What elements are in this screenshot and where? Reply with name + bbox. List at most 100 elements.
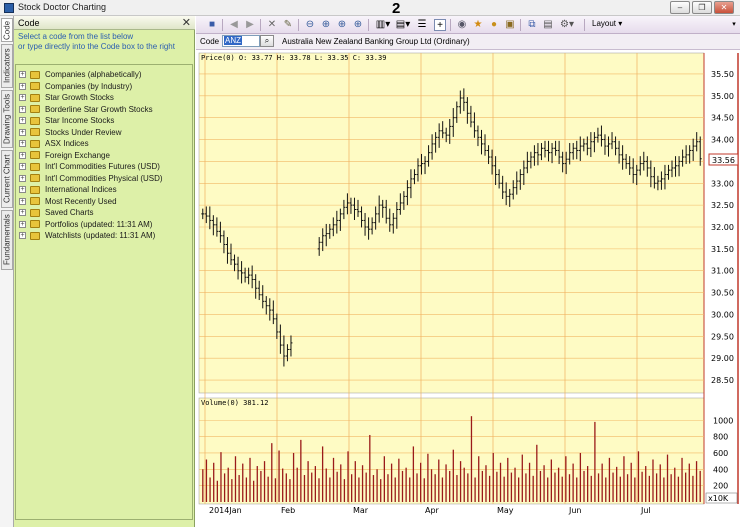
window-title: Stock Doctor Charting [18, 2, 107, 12]
tree-item[interactable]: + Star Income Stocks [19, 115, 114, 126]
volume-scale-label: x10K [708, 494, 729, 503]
close-window-button[interactable]: ✕ [714, 1, 734, 14]
copy-icon[interactable]: ⧉ [526, 19, 538, 31]
tree-item[interactable]: + Companies (by Industry) [19, 81, 132, 92]
tree-item[interactable]: + Saved Charts [19, 207, 93, 218]
tab-fundamentals[interactable]: Fundamentals [1, 210, 13, 270]
app-icon [4, 3, 14, 13]
period-icon[interactable]: ▤▾ [394, 19, 412, 31]
zoom-fit-icon[interactable]: ⊕ [336, 19, 348, 31]
title-bar: Stock Doctor Charting – ❐ ✕ [0, 0, 740, 16]
toolbar-overflow-icon[interactable]: ▾ [728, 19, 740, 31]
layout-menu-label: Layout [592, 19, 617, 28]
tree-item[interactable]: + Watchlists (updated: 11:31 AM) [19, 230, 155, 241]
volume-tick-label: 1000 [713, 416, 733, 425]
chart-type-icon[interactable]: ▥▾ [374, 19, 392, 31]
expand-icon[interactable]: + [19, 197, 26, 205]
toolbar-separator [584, 19, 585, 31]
expand-icon[interactable]: + [19, 94, 26, 101]
price-tick-label: 29.50 [711, 332, 734, 341]
x-tick-label: Feb [281, 506, 295, 515]
expand-icon[interactable]: + [19, 186, 26, 193]
folder-icon [30, 93, 40, 102]
code-input-value: ANZ [224, 36, 242, 45]
star-icon[interactable]: ★ [472, 19, 484, 31]
tab-code[interactable]: Code [1, 18, 13, 42]
code-search-button[interactable]: ⌕ [260, 35, 274, 47]
price-tick-label: 34.00 [711, 136, 734, 145]
tree-item[interactable]: + ASX Indices [19, 138, 89, 149]
expand-icon[interactable]: + [19, 151, 26, 159]
toolbar-separator [260, 19, 261, 31]
zoom-in-icon[interactable]: ⊕ [320, 19, 332, 31]
circle-icon[interactable]: ● [488, 19, 500, 31]
code-input[interactable]: ANZ [222, 35, 260, 47]
expand-icon[interactable]: + [19, 163, 26, 170]
tree-item[interactable]: + Most Recently Used [19, 196, 117, 207]
expand-icon[interactable]: + [19, 82, 26, 90]
tree-item[interactable]: + Companies (alphabetically) [19, 69, 142, 80]
crosshair-icon[interactable]: + [434, 19, 446, 31]
expand-icon[interactable]: + [19, 174, 26, 182]
save-icon[interactable]: ■ [206, 19, 218, 31]
tab-current-chart[interactable]: Current Chart [1, 150, 13, 208]
settings-icon[interactable]: ⚙▾ [558, 19, 576, 31]
expand-icon[interactable]: + [19, 128, 26, 136]
tree-item[interactable]: + Int'l Commodities Physical (USD) [19, 173, 163, 184]
expand-icon[interactable]: + [19, 140, 26, 147]
folder-icon [30, 174, 40, 182]
maximize-button[interactable]: ❐ [692, 1, 712, 14]
minimize-button[interactable]: – [670, 1, 690, 14]
price-tick-label: 32.50 [711, 201, 734, 210]
expand-icon[interactable]: + [19, 71, 26, 78]
tree-item[interactable]: + Portfolios (updated: 11:31 AM) [19, 219, 152, 230]
zoom-reset-icon[interactable]: ⊕ [352, 19, 364, 31]
tree-item[interactable]: + Star Growth Stocks [19, 92, 114, 103]
toolbar-separator [450, 19, 451, 31]
annotation-2: 2 [392, 0, 401, 17]
x-tick-label: Apr [425, 506, 440, 515]
eraser-icon[interactable]: ✎ [282, 19, 294, 31]
price-pane-header: Price(0) O: 33.77 H: 33.78 L: 33.35 C: 3… [201, 54, 386, 62]
tree-item[interactable]: + International Indices [19, 184, 117, 195]
print-icon[interactable]: ▤ [542, 19, 554, 31]
tree-item-label: Int'l Commodities Futures (USD) [45, 162, 160, 171]
expand-icon[interactable]: + [19, 220, 26, 228]
grid-icon[interactable]: ☰ [416, 19, 428, 31]
delete-icon[interactable]: ✕ [266, 19, 278, 31]
tree-item-label: Int'l Commodities Physical (USD) [45, 173, 163, 183]
tree-item-label: Most Recently Used [45, 196, 117, 206]
tree-item-label: Watchlists (updated: 11:31 AM) [45, 231, 156, 240]
price-tick-label: 30.00 [711, 310, 734, 319]
expand-icon[interactable]: + [19, 105, 26, 113]
folder-icon [30, 231, 40, 240]
tree-item[interactable]: + Borderline Star Growth Stocks [19, 104, 153, 115]
code-label: Code [200, 37, 220, 46]
zoom-out-icon[interactable]: ⊖ [304, 19, 316, 31]
forward-icon[interactable]: ▶ [244, 19, 256, 31]
expand-icon[interactable]: + [19, 232, 26, 239]
hint-line-2: or type directly into the Code box to th… [18, 42, 175, 51]
paint-icon[interactable]: ◉ [456, 19, 468, 31]
tab-indicators[interactable]: Indicators [1, 44, 13, 88]
tree-item-label: Stocks Under Review [45, 127, 122, 137]
tab-drawing-tools[interactable]: Drawing Tools [1, 90, 13, 148]
expand-icon[interactable]: + [19, 117, 26, 124]
tree-item-label: Borderline Star Growth Stocks [45, 104, 153, 114]
code-panel-title: Code [18, 18, 40, 28]
close-icon[interactable]: ✕ [182, 16, 191, 29]
folder-icon [30, 116, 40, 125]
price-chart[interactable]: 28.50 29.00 29.50 30.00 30.50 31.00 31.50 32.00… [196, 50, 740, 516]
folder-icon [30, 82, 40, 90]
layout-menu[interactable]: Layout ▾ [592, 19, 622, 28]
tree-item[interactable]: + Int'l Commodities Futures (USD) [19, 161, 160, 172]
expand-icon[interactable]: + [19, 209, 26, 216]
volume-tick-label: 400 [713, 465, 728, 474]
tree-item-label: Star Income Stocks [45, 116, 115, 125]
code-panel-header: Code ✕ [14, 16, 195, 30]
tree-item[interactable]: + Stocks Under Review [19, 127, 121, 138]
box-icon[interactable]: ▣ [504, 19, 516, 31]
volume-pane-header: Volume(0) 381.12 [201, 399, 268, 407]
tree-item[interactable]: + Foreign Exchange [19, 150, 110, 161]
back-icon[interactable]: ◀ [228, 19, 240, 31]
